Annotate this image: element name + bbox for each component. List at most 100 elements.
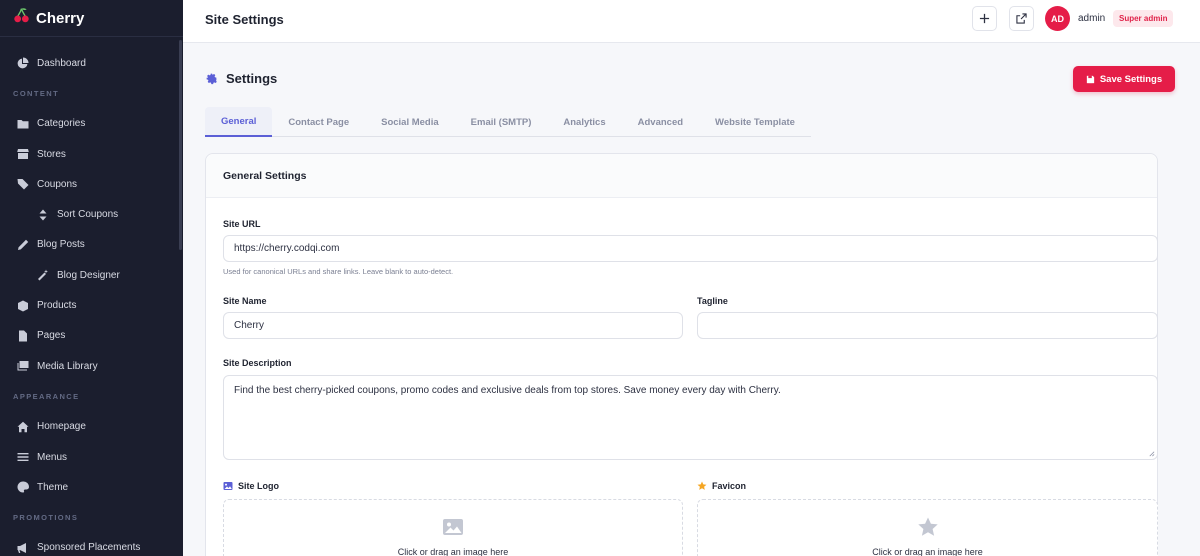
avatar[interactable]: AD (1045, 6, 1070, 31)
site-url-label: Site URL (223, 219, 261, 229)
view-site-button[interactable] (1009, 6, 1034, 31)
tagline-input[interactable] (697, 312, 1158, 339)
sidebar-item-label: Products (37, 300, 77, 312)
floppy-disk-icon (1086, 75, 1094, 83)
site-url-hint: Used for canonical URLs and share links.… (223, 267, 454, 276)
sidebar-item-pages[interactable]: Pages (0, 321, 183, 351)
site-url-input[interactable]: https://cherry.codqi.com (223, 235, 1158, 262)
sidebar-item-label: Coupons (37, 178, 78, 190)
sidebar-item-menus[interactable]: Menus (0, 442, 183, 472)
image-placeholder-icon (443, 519, 463, 535)
tab-website-template[interactable]: Website Template (699, 107, 811, 137)
sidebar-item-label: Pages (37, 330, 66, 342)
plus-icon (979, 13, 990, 24)
sidebar: Cherry Dashboard CONTENT Categories Stores C… (0, 0, 183, 556)
site-name-input[interactable]: Cherry (223, 312, 683, 339)
page-heading: Settings (205, 71, 277, 86)
tab-analytics[interactable]: Analytics (547, 107, 621, 137)
sidebar-item-label: Blog Posts (37, 239, 85, 251)
sidebar-item-stores[interactable]: Stores (0, 139, 183, 169)
role-badge: Super admin (1113, 10, 1174, 27)
site-name-label: Site Name (223, 296, 267, 306)
site-logo-dropzone-text: Click or drag an image here (397, 547, 509, 556)
sidebar-section-content: CONTENT (13, 88, 60, 98)
favicon-label-text: Favicon (712, 481, 747, 491)
favicon-dropzone[interactable]: Click or drag an image here (697, 499, 1158, 556)
top-header: Site Settings AD admin Super admin (183, 0, 1200, 43)
chart-pie-icon (17, 57, 29, 69)
store-icon (17, 148, 29, 160)
sidebar-item-blog-designer[interactable]: Blog Designer (0, 260, 183, 290)
site-logo-label: Site Logo (223, 481, 279, 491)
sidebar-item-label: Sort Coupons (57, 209, 119, 221)
gear-icon (206, 73, 217, 85)
folder-icon (17, 118, 29, 130)
sidebar-item-products[interactable]: Products (0, 290, 183, 320)
external-link-icon (1016, 13, 1027, 24)
box-icon (17, 300, 29, 312)
site-description-text: Find the best cherry-picked coupons, pro… (234, 385, 781, 396)
sort-icon (37, 209, 49, 221)
palette-icon (17, 481, 29, 493)
megaphone-icon (17, 542, 29, 554)
sidebar-item-label: Stores (37, 148, 66, 160)
pen-icon (17, 239, 29, 251)
sidebar-scrollbar[interactable] (179, 40, 182, 250)
sidebar-section-promotions: PROMOTIONS (13, 513, 79, 523)
sidebar-item-categories[interactable]: Categories (0, 109, 183, 139)
sidebar-item-sort-coupons[interactable]: Sort Coupons (0, 199, 183, 229)
card-header: General Settings (206, 154, 1157, 198)
bars-icon (17, 451, 29, 463)
site-logo-dropzone[interactable]: Click or drag an image here (223, 499, 683, 556)
sidebar-item-media-library[interactable]: Media Library (0, 351, 183, 381)
star-icon (697, 481, 707, 490)
sidebar-item-label: Menus (37, 451, 68, 463)
sidebar-item-label: Dashboard (37, 57, 86, 69)
sidebar-item-homepage[interactable]: Homepage (0, 412, 183, 442)
images-icon (17, 360, 29, 372)
sidebar-item-label: Homepage (37, 421, 86, 433)
site-description-textarea[interactable]: Find the best cherry-picked coupons, pro… (223, 375, 1158, 460)
cherry-logo-icon (13, 7, 30, 29)
magic-wand-icon (37, 269, 49, 281)
sidebar-section-appearance: APPEARANCE (13, 391, 80, 401)
sidebar-item-label: Theme (37, 481, 69, 493)
favicon-label: Favicon (697, 481, 746, 491)
username[interactable]: admin (1078, 13, 1105, 24)
resize-handle-icon[interactable] (1148, 450, 1155, 457)
brand[interactable]: Cherry (0, 0, 183, 36)
image-icon (223, 482, 233, 490)
save-settings-button[interactable]: Save Settings (1073, 66, 1175, 92)
tagline-label: Tagline (697, 296, 728, 306)
sidebar-item-label: Categories (37, 118, 86, 130)
add-button[interactable] (972, 6, 997, 31)
site-description-label: Site Description (223, 358, 292, 368)
star-placeholder-icon (917, 517, 938, 536)
brand-name: Cherry (36, 9, 85, 27)
sidebar-item-label: Media Library (37, 360, 98, 372)
file-icon (17, 330, 29, 342)
header-title: Site Settings (205, 12, 284, 27)
page-title: Settings (226, 71, 278, 86)
site-logo-label-text: Site Logo (238, 481, 279, 491)
favicon-dropzone-text: Click or drag an image here (872, 547, 983, 556)
main-content: Settings Save Settings General Contact Pa… (183, 43, 1200, 556)
general-settings-card: General Settings Site URL https://cherry… (205, 153, 1158, 556)
tab-advanced[interactable]: Advanced (622, 107, 699, 137)
sidebar-item-sponsored-placements[interactable]: Sponsored Placements (0, 533, 183, 556)
sidebar-item-theme[interactable]: Theme (0, 472, 183, 502)
tab-general[interactable]: General (205, 107, 273, 137)
sidebar-item-label: Sponsored Placements (37, 542, 141, 554)
tab-social-media[interactable]: Social Media (365, 107, 455, 137)
home-icon (17, 421, 29, 433)
settings-tabs: General Contact Page Social Media Email (SM… (205, 107, 811, 137)
save-settings-label: Save Settings (1099, 73, 1163, 85)
tab-email-smtp[interactable]: Email (SMTP) (455, 107, 548, 137)
sidebar-item-coupons[interactable]: Coupons (0, 169, 183, 199)
tab-contact-page[interactable]: Contact Page (272, 107, 365, 137)
sidebar-item-dashboard[interactable]: Dashboard (0, 48, 183, 78)
sidebar-nav: Dashboard CONTENT Categories Stores Coupons S… (0, 37, 183, 556)
card-title: General Settings (223, 169, 307, 182)
sidebar-item-label: Blog Designer (57, 269, 120, 281)
sidebar-item-blog-posts[interactable]: Blog Posts (0, 230, 183, 260)
